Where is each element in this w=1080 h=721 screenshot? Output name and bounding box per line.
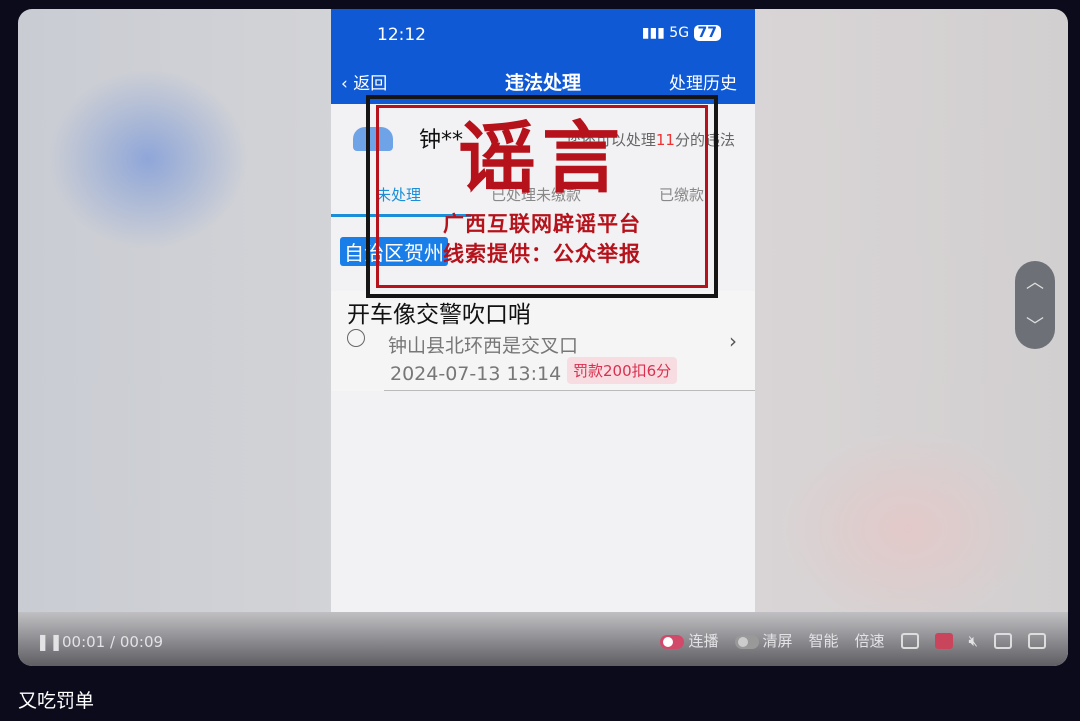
autoplay-label: 连播	[688, 632, 719, 650]
battery-badge: 77	[693, 25, 721, 41]
autoplay-toggle[interactable]: 连播	[660, 630, 719, 651]
smart-button[interactable]: 智能	[809, 630, 839, 651]
playlist-timer-icon[interactable]	[900, 632, 919, 649]
toggle-on-icon	[660, 634, 685, 649]
violation-item: 开车像交警吹口哨 钟山县北环西是交叉口 2024-07-13 13:14 罚款2…	[331, 291, 755, 391]
clear-label: 清屏	[762, 632, 793, 650]
video-switcher: ︿ ﹀	[1015, 261, 1055, 349]
rumor-stamp: 谣言 广西互联网辟谣平台 线索提供：公众举报	[366, 95, 718, 298]
danmaku-icon[interactable]	[934, 632, 953, 649]
video-player[interactable]: 12:12 ▮▮▮ 5G 77 ‹ 返回 违法处理 处理历史 钟** 您还可以处…	[18, 9, 1068, 666]
status-time: 12:12	[377, 25, 426, 45]
background-blur	[48, 69, 248, 249]
mute-icon[interactable]: 🔇︎	[969, 632, 978, 650]
stamp-line1: 广西互联网辟谣平台	[443, 212, 641, 236]
history-link: 处理历史	[669, 74, 737, 94]
divider	[384, 390, 755, 391]
chevron-up-icon[interactable]: ︿	[1015, 261, 1055, 305]
violation-title: 开车像交警吹口哨	[347, 302, 531, 328]
chevron-down-icon[interactable]: ﹀	[1015, 305, 1055, 349]
signal-status: ▮▮▮ 5G 77	[642, 25, 721, 41]
speed-button[interactable]: 倍速	[855, 630, 885, 651]
time-display: 00:01 / 00:09	[62, 633, 164, 651]
fullscreen-icon[interactable]	[1028, 632, 1046, 649]
pause-icon[interactable]: ❚❚	[36, 632, 63, 651]
total-time: 00:09	[119, 633, 164, 651]
radio-icon	[347, 329, 365, 347]
background-blur	[778, 429, 1038, 629]
stamp-headline: 谣言	[457, 114, 626, 204]
pip-icon[interactable]	[994, 632, 1012, 649]
phone-header: 12:12 ▮▮▮ 5G 77 ‹ 返回 违法处理 处理历史	[331, 9, 755, 104]
current-time: 00:01	[62, 633, 106, 651]
network-label: 5G	[669, 25, 690, 41]
chevron-right-icon: ›	[729, 329, 737, 353]
video-caption: 又吃罚单	[18, 690, 95, 712]
penalty-badge: 罚款200扣6分	[567, 357, 678, 384]
violation-location: 钟山县北环西是交叉口	[388, 335, 579, 357]
toggle-off-icon	[734, 634, 759, 649]
clear-screen-toggle[interactable]: 清屏	[734, 630, 793, 651]
video-frame: 12:12 ▮▮▮ 5G 77 ‹ 返回 违法处理 处理历史 钟** 您还可以处…	[331, 9, 755, 613]
control-bar: ❚❚ 00:01 / 00:09 连播 清屏 智能 倍速 🔇︎	[18, 612, 1068, 666]
stamp-line2: 线索提供：公众举报	[443, 242, 641, 266]
violation-datetime: 2024-07-13 13:14	[390, 363, 562, 385]
